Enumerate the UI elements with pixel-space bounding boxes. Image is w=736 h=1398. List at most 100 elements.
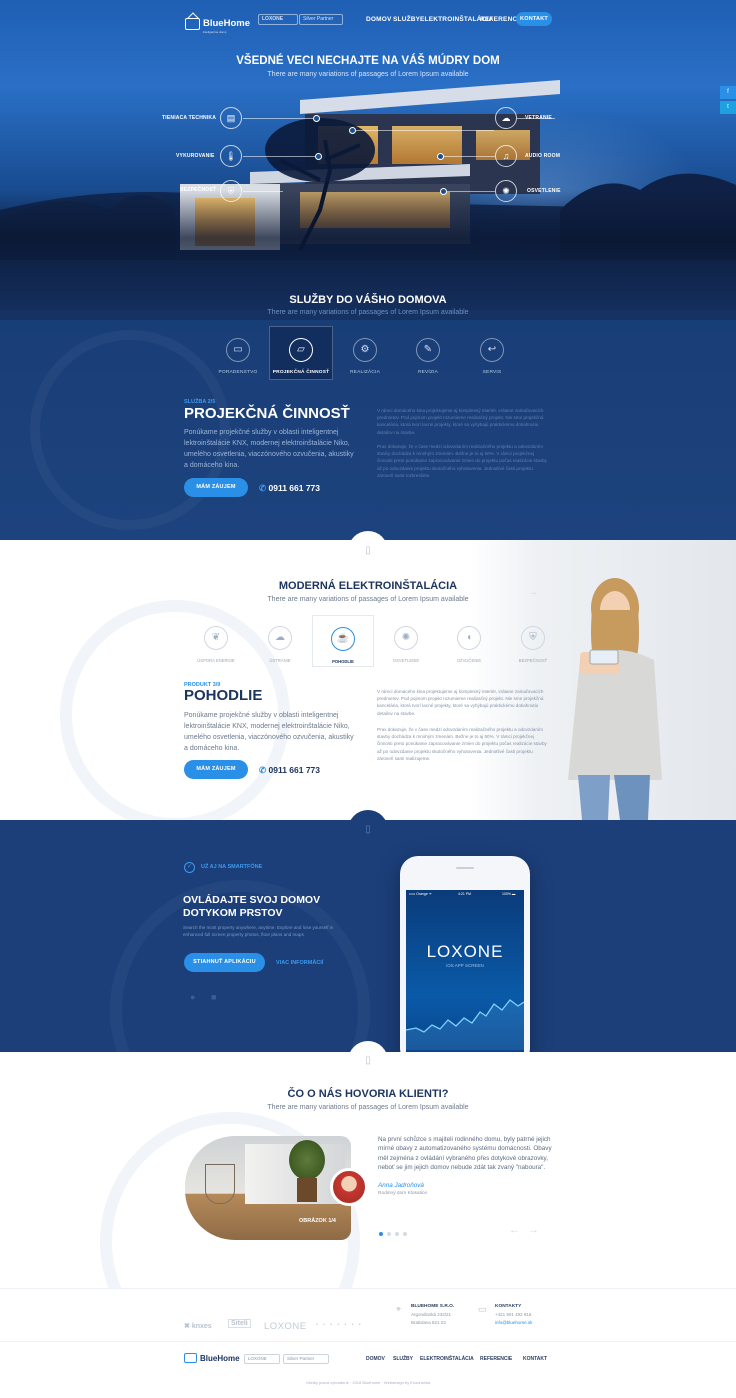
chat-icon: ▭	[478, 1304, 487, 1314]
logo-name: BlueHome	[203, 18, 250, 29]
carousel-dots	[379, 1232, 407, 1236]
company-address: Argondinská 232/21	[411, 1312, 452, 1317]
product-heading: POHODLIE	[184, 687, 263, 704]
audio-icon[interactable]: ♫	[495, 145, 517, 167]
footer: ✖ knxes Siteli LOXONE • • • • • • • ⌖ BL…	[0, 1288, 736, 1398]
thermometer-icon[interactable]: 🌡	[220, 145, 242, 167]
tab-projekcna-cinnost[interactable]: ▱ PROJEKČNÁ ČINNOSŤ	[269, 326, 333, 380]
logo[interactable]: BlueHome inteligentne domy	[185, 13, 250, 34]
electro-subtitle: There are many variations of passages of…	[267, 596, 469, 603]
footer-nav-sluzby[interactable]: SLUŽBY	[393, 1356, 413, 1362]
phone-graph	[406, 999, 524, 1050]
tab-pohodlie[interactable]: ☕ POHODLIE	[312, 615, 374, 667]
product-text: Ponúkame projekčné služby v oblasti inte…	[184, 712, 354, 752]
section-divider-icon: ▯	[348, 531, 388, 571]
hotspot-label-vykurovanie: VYKUROVANIE	[176, 153, 215, 159]
android-icon[interactable]: ■	[211, 992, 216, 1002]
tab-uspora[interactable]: ❦ ÚSPORA ENERGIE	[185, 626, 247, 663]
coffee-icon: ☕	[331, 627, 355, 651]
download-app-button[interactable]: STIAHNUŤ APLIKÁCIU	[184, 953, 265, 972]
shield-icon[interactable]: ⛨	[220, 180, 242, 202]
footer-nav-kontakt[interactable]: KONTAKT	[523, 1356, 547, 1362]
app-heading-2: DOTYKOM PRSTOV	[183, 907, 283, 919]
facebook-icon[interactable]: f	[720, 86, 736, 99]
logo-tagline: inteligentne domy	[203, 30, 227, 34]
contact-phone[interactable]: +421 901 492 916	[495, 1312, 531, 1317]
electro-section: MODERNÁ ELEKTROINŠTALÁCIA There are many…	[0, 540, 736, 820]
tab-ustranie[interactable]: ☁ ÚSTRANIE	[249, 626, 311, 663]
testimonials-subtitle: There are many variations of passages of…	[267, 1104, 469, 1111]
tab-osvetlenie[interactable]: ✺ OSVETLENIE	[375, 626, 437, 663]
testimonial-image[interactable]: OBRÁZOK 1/4	[185, 1136, 351, 1240]
dot-active[interactable]	[379, 1232, 383, 1236]
app-section: ✓ UŽ AJ NA SMARTFÓNE OVLÁDAJTE SVOJ DOMO…	[0, 820, 736, 1052]
hotspot-label-tieniaca: TIENIACA TECHNIKA	[162, 115, 217, 121]
avatar	[330, 1168, 368, 1206]
footer-nav-domov[interactable]: DOMOV	[366, 1356, 385, 1362]
testimonial-author-sub: Rodinný dom Klosatice	[378, 1191, 428, 1196]
blinds-icon[interactable]: ▤	[220, 107, 242, 129]
ground-shade	[0, 190, 736, 310]
hotspot-label-bezpecnost: BEZPEČNOSŤ	[180, 187, 217, 193]
nav-domov[interactable]: DOMOV	[366, 16, 392, 23]
leaf-icon: ❦	[204, 626, 228, 650]
dot[interactable]	[403, 1232, 407, 1236]
image-counter: OBRÁZOK 1/4	[299, 1218, 336, 1224]
arrow-right-icon[interactable]: →	[528, 587, 538, 598]
contact-title: KONTAKTY	[495, 1304, 522, 1309]
tools-icon: ✎	[416, 338, 440, 362]
more-info-link[interactable]: VIAC INFORMÁCIÍ	[276, 960, 323, 966]
product-detail-2: Prax dokazuje, že v čase medzi odovzdaní…	[377, 727, 547, 761]
tab-ozvucenie[interactable]: ◖ OZVUČENIE	[438, 626, 500, 663]
tab-realizacia[interactable]: ⚙ REALIZÁCIA	[333, 338, 397, 375]
smartphone: ••••• Orange ᯤ 4:21 PM 100% ▬ LOXONE iOS…	[400, 856, 530, 1052]
copyright: Všetky práva vyhradené · 2018 Bluehome ·…	[305, 1380, 431, 1385]
phone-screen-label: iOS APP SCREEN	[446, 963, 484, 968]
section-divider-icon: ▯	[348, 810, 388, 850]
ventilation-icon[interactable]: ☁	[495, 107, 517, 129]
app-heading-1: OVLÁDAJTE SVOJ DOMOV	[183, 894, 321, 906]
location-icon: ⌖	[396, 1304, 402, 1314]
chat-icon: ▭	[226, 338, 250, 362]
dot[interactable]	[387, 1232, 391, 1236]
footer-logo[interactable]: BlueHome	[184, 1353, 240, 1363]
nav-sluzby[interactable]: SLUŽBY	[393, 16, 420, 23]
footer-nav-elektro[interactable]: ELEKTROINŠTALÁCIA	[420, 1356, 474, 1362]
dot[interactable]	[395, 1232, 399, 1236]
company-city: Bratislava 821 23	[411, 1320, 446, 1325]
electro-title: MODERNÁ ELEKTROINŠTALÁCIA	[278, 580, 458, 592]
partner-loxone: LOXONE	[258, 14, 298, 25]
hero-subtitle: There are many variations of passages of…	[267, 71, 469, 78]
service-cta-button[interactable]: MÁM ZÁUJEM	[184, 478, 248, 497]
product-cta-button[interactable]: MÁM ZÁUJEM	[184, 760, 248, 779]
service-detail-1: V rámci domáceho kina projektujeme aj ko…	[377, 408, 544, 435]
footer-nav-referencie[interactable]: REFERENCIE	[480, 1356, 512, 1362]
contact-email[interactable]: info@bluehome.sk	[495, 1320, 532, 1325]
twitter-icon[interactable]: t	[720, 101, 736, 114]
light-icon: ✺	[394, 626, 418, 650]
apple-icon[interactable]: ●	[190, 992, 195, 1002]
testimonial-quote: Na první schůzce s majiteli rodinného do…	[378, 1136, 552, 1171]
arrow-right-icon[interactable]: →	[528, 1224, 539, 1236]
testimonials-title: ČO O NÁS HOVORIA KLIENTI?	[287, 1088, 449, 1100]
product-detail-1: V rámci domáceho kina projektujeme aj ko…	[377, 689, 544, 716]
nav-kontakt-button[interactable]: KONTAKT	[516, 12, 552, 26]
check-icon: ✓	[184, 862, 195, 873]
light-icon[interactable]: ✺	[495, 180, 517, 202]
services-title: SLUŽBY DO VÁŠHO DOMOVA	[289, 294, 447, 306]
testimonial-author: Anna Jadroňová	[378, 1182, 424, 1189]
tab-poradenstvo[interactable]: ▭ PORADENSTVO	[206, 338, 270, 375]
tab-revizia[interactable]: ✎ REVÍZIA	[396, 338, 460, 375]
tab-bezpecnost[interactable]: ⛨ BEZPEČNOSŤ	[502, 626, 564, 663]
hotspot-label-audio: AUDIO ROOM	[525, 153, 561, 159]
product-phone[interactable]: ✆ 0911 661 773	[259, 765, 320, 776]
speaker-icon: ◖	[457, 626, 481, 650]
partner-loxone-logo: LOXONE	[264, 1321, 307, 1332]
service-phone[interactable]: ✆ 0911 661 773	[259, 483, 320, 494]
arrow-left-icon[interactable]: ←	[509, 1224, 520, 1236]
partner-more-logos: • • • • • • •	[316, 1322, 363, 1328]
partner-silver: Silver Partner	[299, 14, 343, 25]
phone-screen: ••••• Orange ᯤ 4:21 PM 100% ▬ LOXONE iOS…	[406, 890, 524, 1052]
tab-servis[interactable]: ↩ SERVIS	[460, 338, 524, 375]
section-divider-icon: ▯	[348, 1041, 388, 1081]
